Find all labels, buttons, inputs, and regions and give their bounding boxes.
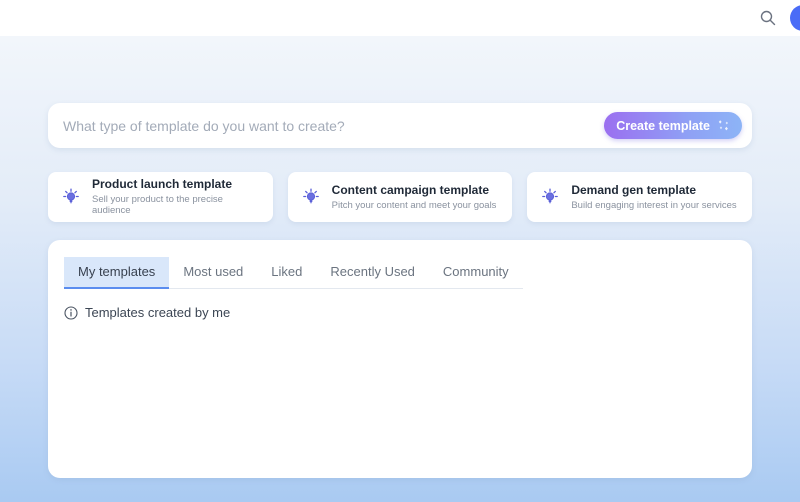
templates-panel: My templates Most used Liked Recently Us… bbox=[48, 240, 752, 478]
card-title: Demand gen template bbox=[571, 183, 736, 197]
template-prompt-input[interactable] bbox=[63, 118, 604, 134]
tab-most-used[interactable]: Most used bbox=[169, 257, 257, 289]
card-subtitle: Build engaging interest in your services bbox=[571, 200, 736, 211]
tab-recently-used[interactable]: Recently Used bbox=[316, 257, 429, 289]
templates-tabs: My templates Most used Liked Recently Us… bbox=[64, 257, 523, 289]
top-bar bbox=[0, 0, 800, 36]
empty-state-row: Templates created by me bbox=[64, 305, 736, 320]
card-demand-gen[interactable]: Demand gen template Build engaging inter… bbox=[527, 172, 752, 222]
card-texts: Demand gen template Build engaging inter… bbox=[571, 183, 736, 211]
card-texts: Product launch template Sell your produc… bbox=[92, 177, 261, 216]
card-title: Product launch template bbox=[92, 177, 261, 191]
search-icon[interactable] bbox=[758, 8, 778, 28]
avatar[interactable] bbox=[790, 5, 800, 31]
suggestion-cards-row: Product launch template Sell your produc… bbox=[48, 172, 752, 222]
topbar-actions bbox=[758, 0, 800, 36]
empty-state-message: Templates created by me bbox=[85, 305, 230, 320]
lightbulb-icon bbox=[60, 186, 82, 208]
info-icon bbox=[64, 306, 78, 320]
template-prompt-bar: Create template bbox=[48, 103, 752, 148]
card-title: Content campaign template bbox=[332, 183, 497, 197]
workspace-background: Create template bbox=[0, 36, 800, 502]
lightbulb-icon bbox=[539, 186, 561, 208]
tab-liked[interactable]: Liked bbox=[257, 257, 316, 289]
lightbulb-icon bbox=[300, 186, 322, 208]
tab-my-templates[interactable]: My templates bbox=[64, 257, 169, 289]
create-template-label: Create template bbox=[616, 119, 710, 133]
create-template-button[interactable]: Create template bbox=[604, 112, 742, 139]
card-subtitle: Pitch your content and meet your goals bbox=[332, 200, 497, 211]
card-product-launch[interactable]: Product launch template Sell your produc… bbox=[48, 172, 273, 222]
card-content-campaign[interactable]: Content campaign template Pitch your con… bbox=[288, 172, 513, 222]
card-texts: Content campaign template Pitch your con… bbox=[332, 183, 497, 211]
tab-community[interactable]: Community bbox=[429, 257, 523, 289]
card-subtitle: Sell your product to the precise audienc… bbox=[92, 194, 261, 217]
sparkles-icon bbox=[717, 119, 730, 132]
